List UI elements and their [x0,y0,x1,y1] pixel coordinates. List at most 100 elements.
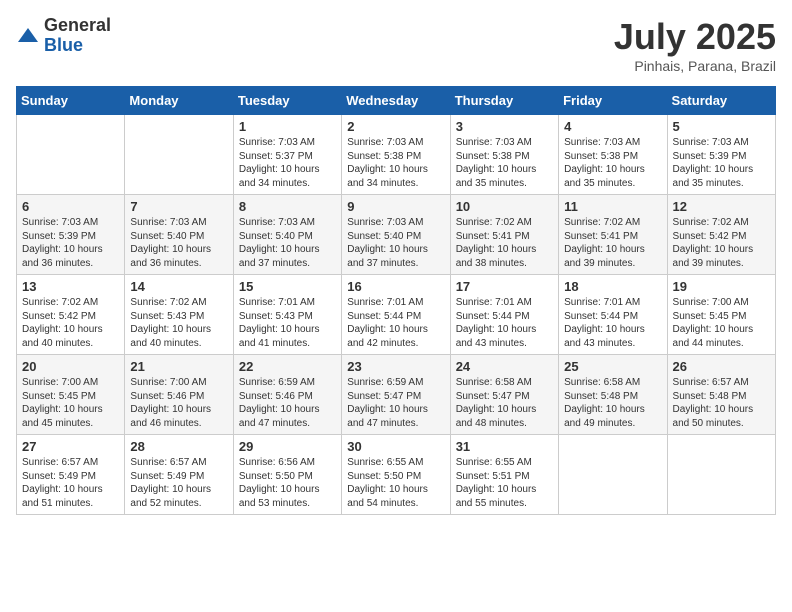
day-info: Sunrise: 6:58 AM Sunset: 5:48 PM Dayligh… [564,376,661,430]
calendar-cell: 15 Sunrise: 7:01 AM Sunset: 5:43 PM Dayli… [233,275,341,355]
day-info: Sunrise: 6:57 AM Sunset: 5:48 PM Dayligh… [673,376,770,430]
day-number: 30 [347,439,444,454]
calendar-week-5: 27 Sunrise: 6:57 AM Sunset: 5:49 PM Dayli… [17,435,776,515]
day-number: 2 [347,119,444,134]
day-number: 8 [239,199,336,214]
calendar-cell: 13Sunrise: 7:02 AM Sunset: 5:42 PM Dayli… [17,275,125,355]
day-info: Sunrise: 7:03 AM Sunset: 5:40 PM Dayligh… [239,216,336,270]
calendar-cell: 18 Sunrise: 7:01 AM Sunset: 5:44 PM Dayli… [559,275,667,355]
day-info: Sunrise: 6:55 AM Sunset: 5:51 PM Dayligh… [456,456,553,510]
day-info: Sunrise: 7:01 AM Sunset: 5:43 PM Dayligh… [239,296,336,350]
day-number: 11 [564,199,661,214]
day-info: Sunrise: 6:56 AM Sunset: 5:50 PM Dayligh… [239,456,336,510]
calendar-cell: 29Sunrise: 6:56 AM Sunset: 5:50 PM Dayli… [233,435,341,515]
day-number: 25 [564,359,661,374]
day-number: 5 [673,119,770,134]
day-info: Sunrise: 7:03 AM Sunset: 5:39 PM Dayligh… [673,136,770,190]
calendar-cell: 21Sunrise: 7:00 AM Sunset: 5:46 PM Dayli… [125,355,233,435]
day-number: 20 [22,359,119,374]
day-header-saturday: Saturday [667,87,775,115]
calendar-header-row: SundayMondayTuesdayWednesdayThursdayFrid… [17,87,776,115]
calendar-cell: 3 Sunrise: 7:03 AM Sunset: 5:38 PM Daylig… [450,115,558,195]
day-number: 1 [239,119,336,134]
day-info: Sunrise: 7:02 AM Sunset: 5:41 PM Dayligh… [456,216,553,270]
calendar-cell: 1Sunrise: 7:03 AM Sunset: 5:37 PM Daylig… [233,115,341,195]
day-number: 27 [22,439,119,454]
calendar-cell: 27 Sunrise: 6:57 AM Sunset: 5:49 PM Dayli… [17,435,125,515]
day-info: Sunrise: 7:03 AM Sunset: 5:38 PM Dayligh… [564,136,661,190]
day-info: Sunrise: 7:03 AM Sunset: 5:38 PM Dayligh… [347,136,444,190]
location-subtitle: Pinhais, Parana, Brazil [614,58,776,74]
day-info: Sunrise: 6:58 AM Sunset: 5:47 PM Dayligh… [456,376,553,430]
day-number: 10 [456,199,553,214]
day-info: Sunrise: 7:03 AM Sunset: 5:38 PM Dayligh… [456,136,553,190]
calendar-cell: 11 Sunrise: 7:02 AM Sunset: 5:41 PM Dayli… [559,195,667,275]
calendar-cell: 17Sunrise: 7:01 AM Sunset: 5:44 PM Dayli… [450,275,558,355]
day-number: 4 [564,119,661,134]
day-info: Sunrise: 7:02 AM Sunset: 5:43 PM Dayligh… [130,296,227,350]
day-header-thursday: Thursday [450,87,558,115]
calendar-cell: 14Sunrise: 7:02 AM Sunset: 5:43 PM Dayli… [125,275,233,355]
day-info: Sunrise: 7:00 AM Sunset: 5:45 PM Dayligh… [22,376,119,430]
day-number: 18 [564,279,661,294]
calendar-cell: 16Sunrise: 7:01 AM Sunset: 5:44 PM Dayli… [342,275,450,355]
logo-text: General Blue [44,16,111,56]
day-info: Sunrise: 6:59 AM Sunset: 5:46 PM Dayligh… [239,376,336,430]
page-header: General Blue July 2025 Pinhais, Parana, … [16,16,776,74]
day-number: 17 [456,279,553,294]
calendar-cell: 12Sunrise: 7:02 AM Sunset: 5:42 PM Dayli… [667,195,775,275]
calendar-cell: 19 Sunrise: 7:00 AM Sunset: 5:45 PM Dayli… [667,275,775,355]
calendar-cell [667,435,775,515]
day-info: Sunrise: 7:03 AM Sunset: 5:40 PM Dayligh… [347,216,444,270]
logo: General Blue [16,16,111,56]
calendar-cell: 4 Sunrise: 7:03 AM Sunset: 5:38 PM Daylig… [559,115,667,195]
day-number: 3 [456,119,553,134]
day-info: Sunrise: 7:02 AM Sunset: 5:42 PM Dayligh… [22,296,119,350]
calendar-cell: 22 Sunrise: 6:59 AM Sunset: 5:46 PM Dayli… [233,355,341,435]
day-number: 22 [239,359,336,374]
day-number: 15 [239,279,336,294]
day-header-monday: Monday [125,87,233,115]
calendar-cell: 24 Sunrise: 6:58 AM Sunset: 5:47 PM Dayli… [450,355,558,435]
calendar-cell: 31 Sunrise: 6:55 AM Sunset: 5:51 PM Dayli… [450,435,558,515]
day-number: 19 [673,279,770,294]
day-number: 31 [456,439,553,454]
day-number: 21 [130,359,227,374]
day-info: Sunrise: 7:03 AM Sunset: 5:39 PM Dayligh… [22,216,119,270]
calendar-cell [125,115,233,195]
day-info: Sunrise: 7:00 AM Sunset: 5:45 PM Dayligh… [673,296,770,350]
day-header-sunday: Sunday [17,87,125,115]
day-header-wednesday: Wednesday [342,87,450,115]
day-header-tuesday: Tuesday [233,87,341,115]
calendar-cell: 10 Sunrise: 7:02 AM Sunset: 5:41 PM Dayli… [450,195,558,275]
calendar-cell: 23Sunrise: 6:59 AM Sunset: 5:47 PM Dayli… [342,355,450,435]
day-number: 26 [673,359,770,374]
calendar-week-2: 6 Sunrise: 7:03 AM Sunset: 5:39 PM Daylig… [17,195,776,275]
day-header-friday: Friday [559,87,667,115]
calendar-cell [17,115,125,195]
calendar-cell: 5 Sunrise: 7:03 AM Sunset: 5:39 PM Daylig… [667,115,775,195]
day-info: Sunrise: 6:57 AM Sunset: 5:49 PM Dayligh… [22,456,119,510]
day-info: Sunrise: 7:03 AM Sunset: 5:40 PM Dayligh… [130,216,227,270]
calendar-week-4: 20 Sunrise: 7:00 AM Sunset: 5:45 PM Dayli… [17,355,776,435]
month-title: July 2025 [614,16,776,58]
logo-general: General [44,16,111,36]
calendar-cell: 6 Sunrise: 7:03 AM Sunset: 5:39 PM Daylig… [17,195,125,275]
calendar-cell: 2 Sunrise: 7:03 AM Sunset: 5:38 PM Daylig… [342,115,450,195]
day-info: Sunrise: 6:55 AM Sunset: 5:50 PM Dayligh… [347,456,444,510]
day-number: 6 [22,199,119,214]
day-number: 7 [130,199,227,214]
calendar-cell: 26 Sunrise: 6:57 AM Sunset: 5:48 PM Dayli… [667,355,775,435]
day-info: Sunrise: 7:02 AM Sunset: 5:42 PM Dayligh… [673,216,770,270]
day-number: 24 [456,359,553,374]
day-number: 23 [347,359,444,374]
day-number: 9 [347,199,444,214]
title-block: July 2025 Pinhais, Parana, Brazil [614,16,776,74]
calendar-week-3: 13Sunrise: 7:02 AM Sunset: 5:42 PM Dayli… [17,275,776,355]
day-info: Sunrise: 7:02 AM Sunset: 5:41 PM Dayligh… [564,216,661,270]
day-number: 28 [130,439,227,454]
day-info: Sunrise: 7:01 AM Sunset: 5:44 PM Dayligh… [564,296,661,350]
logo-icon [16,24,40,48]
calendar-cell: 7 Sunrise: 7:03 AM Sunset: 5:40 PM Daylig… [125,195,233,275]
calendar-cell: 8 Sunrise: 7:03 AM Sunset: 5:40 PM Daylig… [233,195,341,275]
